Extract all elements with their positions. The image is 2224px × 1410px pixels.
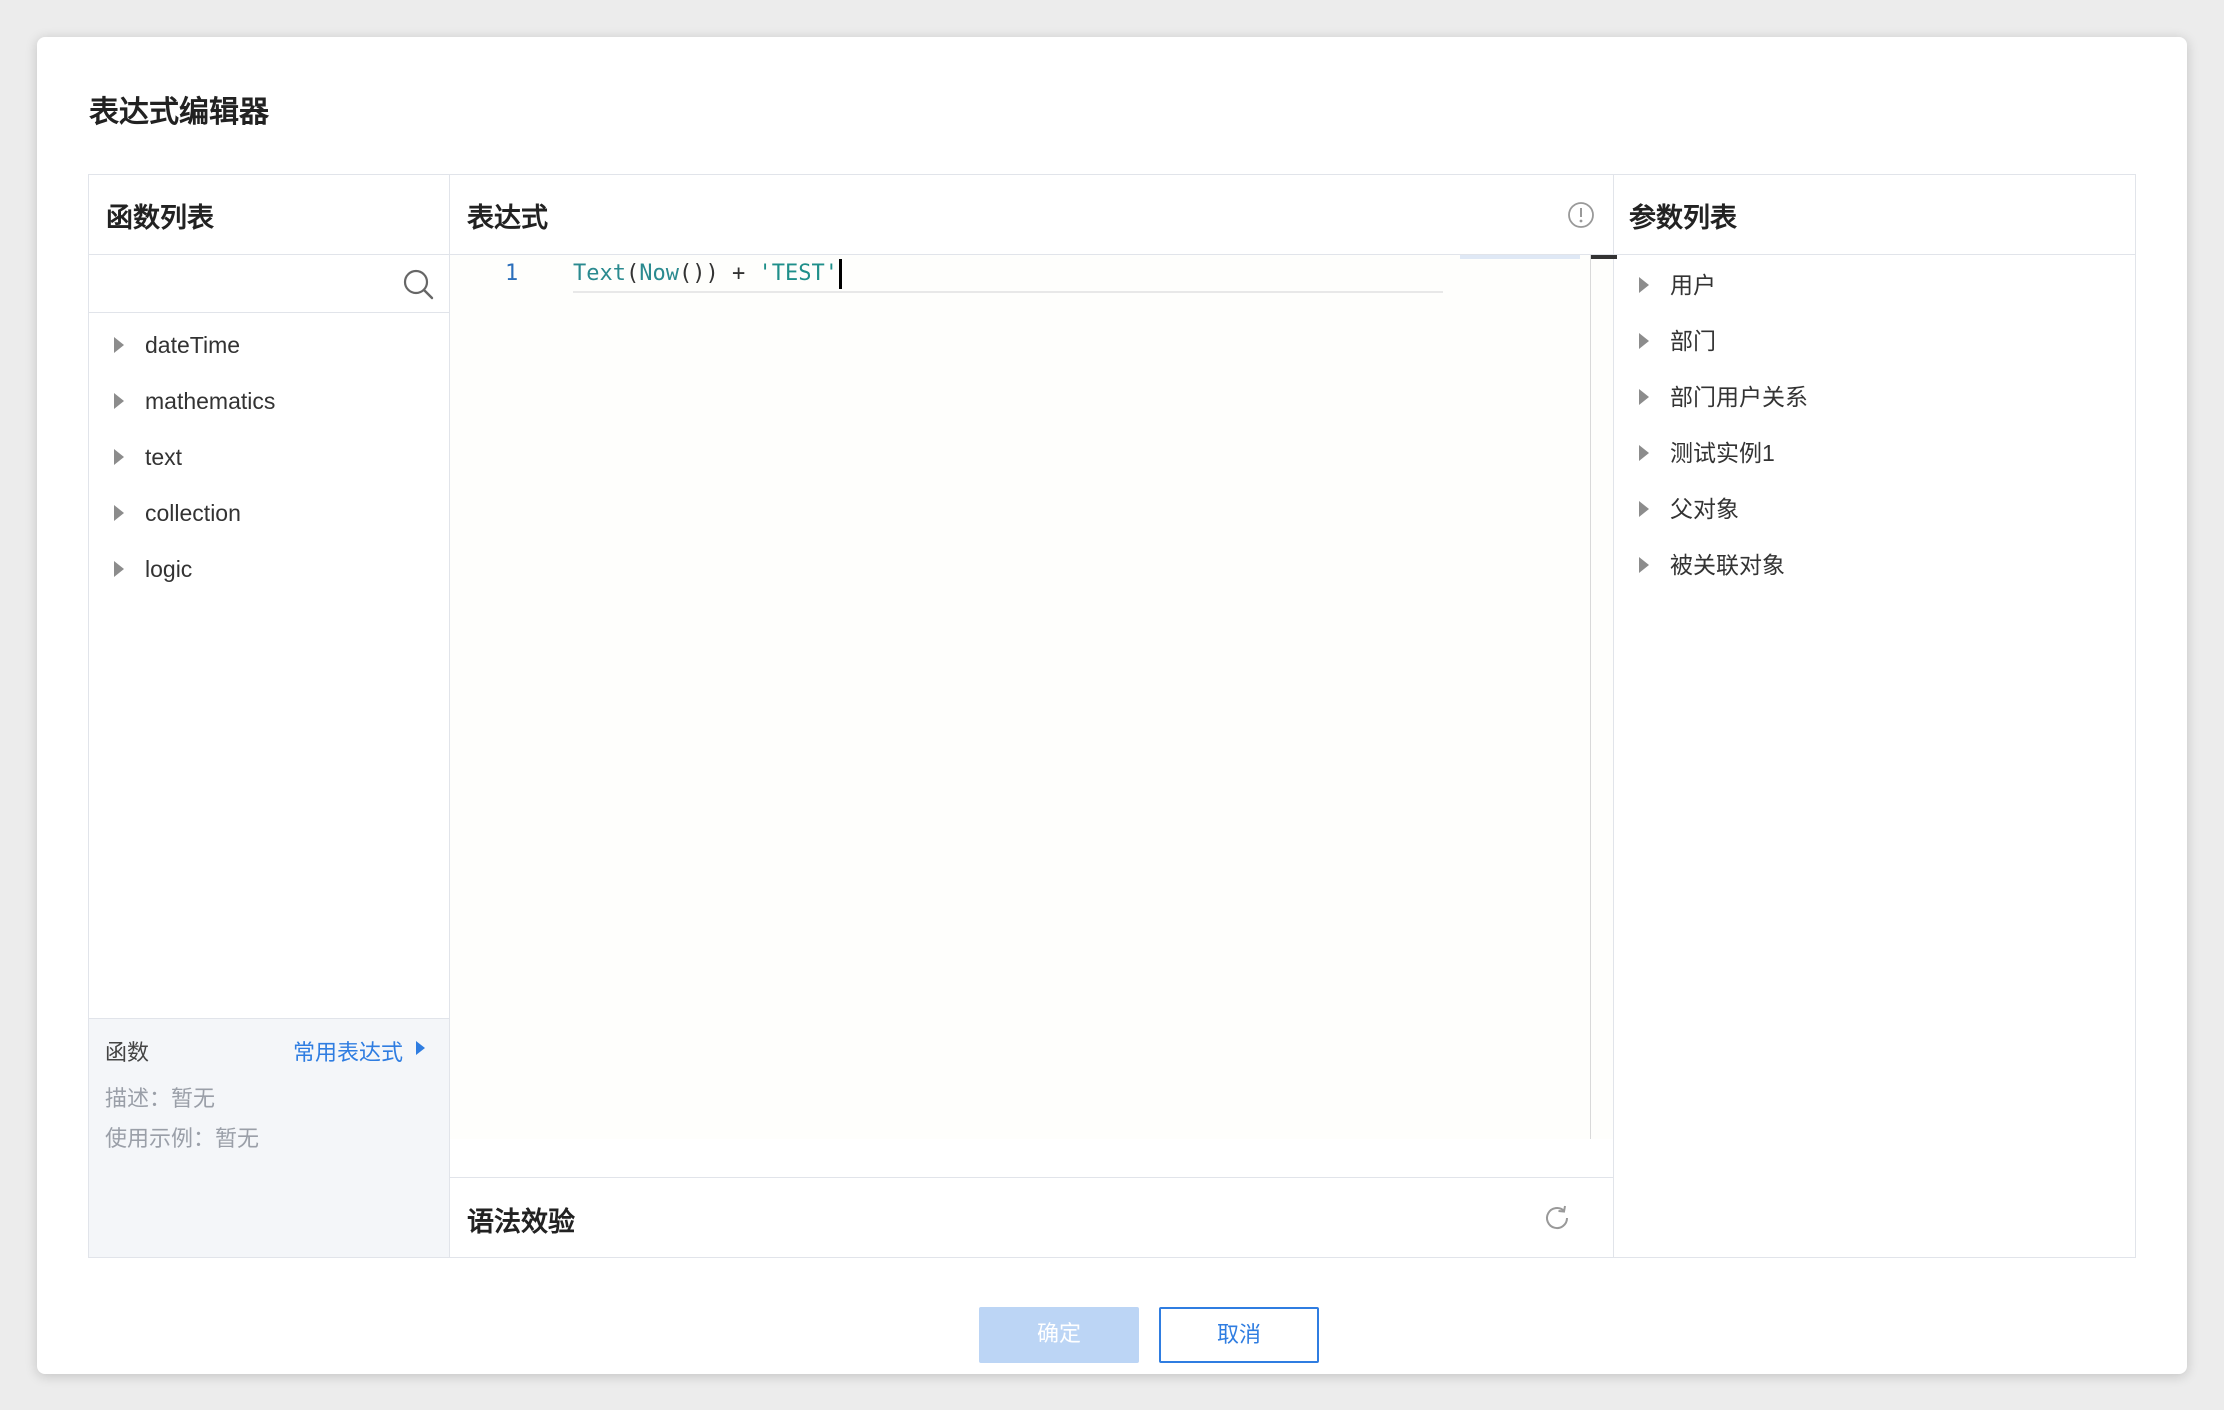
function-list-panel: 函数列表 dateTime mathematics text collectio…	[89, 175, 450, 1257]
dialog-title: 表达式编辑器	[89, 95, 269, 130]
expression-panel: 表达式 1 Text(Now()) + 'TEST' 语法效验	[450, 175, 1617, 1257]
function-category-label: mathematics	[145, 388, 276, 414]
caret-right-icon[interactable]	[1639, 557, 1649, 573]
caret-right-icon[interactable]	[114, 449, 124, 465]
caret-right-icon[interactable]	[114, 505, 124, 521]
cancel-button[interactable]: 取消	[1159, 1307, 1319, 1363]
code-token-string: 'TEST'	[758, 261, 838, 286]
parameter-item-parent-object[interactable]: 父对象	[1614, 481, 2135, 537]
caret-right-icon[interactable]	[114, 561, 124, 577]
common-expressions-link[interactable]: 常用表达式	[293, 1035, 403, 1067]
caret-right-icon[interactable]	[1639, 501, 1649, 517]
code-token-punct: (	[625, 261, 640, 286]
function-info-box: 函数 常用表达式 描述：暂无 使用示例：暂无	[89, 1018, 449, 1257]
caret-right-icon[interactable]	[114, 337, 124, 353]
parameter-item-label: 部门	[1670, 328, 1716, 354]
code-token-punct: ()) +	[678, 261, 759, 286]
syntax-check-bar: 语法效验	[450, 1177, 1613, 1257]
expression-editor-dialog: 表达式编辑器 函数列表 dateTime mathematics text co…	[37, 37, 2187, 1374]
caret-right-icon[interactable]	[1639, 445, 1649, 461]
expression-header: 表达式	[450, 175, 1613, 255]
confirm-button[interactable]: 确定	[979, 1307, 1139, 1363]
function-search-input[interactable]	[89, 255, 421, 311]
parameter-item-label: 测试实例1	[1670, 440, 1775, 466]
expression-title: 表达式	[467, 203, 548, 234]
parameter-item-department-user-relation[interactable]: 部门用户关系	[1614, 369, 2135, 425]
function-category-label: text	[145, 444, 183, 470]
function-category-label: collection	[145, 500, 241, 526]
caret-right-icon[interactable]	[416, 1041, 425, 1055]
caret-right-icon[interactable]	[1639, 389, 1649, 405]
parameter-item-associated-object[interactable]: 被关联对象	[1614, 537, 2135, 593]
parameter-list-panel: 参数列表 用户 部门 部门用户关系 测试实例1 父对象 被关联对象	[1614, 175, 2135, 1257]
function-list-title: 函数列表	[106, 203, 214, 234]
search-icon[interactable]	[401, 267, 435, 301]
function-category-mathematics[interactable]: mathematics	[89, 373, 449, 429]
editor-scrollbar[interactable]	[1590, 255, 1617, 1139]
refresh-icon[interactable]	[1541, 1202, 1573, 1234]
function-category-collection[interactable]: collection	[89, 485, 449, 541]
caret-right-icon[interactable]	[114, 393, 124, 409]
function-description: 描述：暂无	[105, 1087, 216, 1112]
overview-ruler	[1460, 255, 1580, 259]
syntax-check-label: 语法效验	[467, 1207, 575, 1238]
parameter-item-user[interactable]: 用户	[1614, 257, 2135, 313]
code-editor[interactable]: 1 Text(Now()) + 'TEST'	[450, 255, 1617, 1139]
parameter-item-department[interactable]: 部门	[1614, 313, 2135, 369]
parameter-list-title: 参数列表	[1629, 203, 1737, 234]
parameter-item-label: 部门用户关系	[1670, 384, 1808, 410]
function-info-title: 函数	[105, 1041, 150, 1066]
function-category-logic[interactable]: logic	[89, 541, 449, 597]
function-category-list: dateTime mathematics text collection log…	[89, 313, 449, 597]
line-number: 1	[505, 261, 519, 286]
function-category-label: dateTime	[145, 332, 241, 358]
parameter-list: 用户 部门 部门用户关系 测试实例1 父对象 被关联对象	[1614, 255, 2135, 593]
parameter-item-label: 用户	[1670, 272, 1716, 298]
function-list-header: 函数列表	[89, 175, 449, 255]
parameter-item-test-instance[interactable]: 测试实例1	[1614, 425, 2135, 481]
caret-right-icon[interactable]	[1639, 333, 1649, 349]
panels-container: 函数列表 dateTime mathematics text collectio…	[88, 174, 2136, 1258]
function-category-datetime[interactable]: dateTime	[89, 317, 449, 373]
function-search-row	[89, 255, 449, 313]
parameter-item-label: 被关联对象	[1670, 552, 1785, 578]
code-token-function: Now	[639, 261, 679, 286]
function-category-text[interactable]: text	[89, 429, 449, 485]
caret-right-icon[interactable]	[1639, 277, 1649, 293]
parameter-item-label: 父对象	[1670, 496, 1739, 522]
function-example: 使用示例：暂无	[105, 1127, 260, 1152]
text-cursor	[838, 259, 842, 289]
code-line[interactable]: Text(Now()) + 'TEST'	[573, 257, 1443, 293]
info-icon[interactable]	[1567, 201, 1595, 229]
parameter-list-header: 参数列表	[1614, 175, 2135, 255]
code-token-function: Text	[573, 261, 626, 286]
function-category-label: logic	[145, 556, 193, 582]
